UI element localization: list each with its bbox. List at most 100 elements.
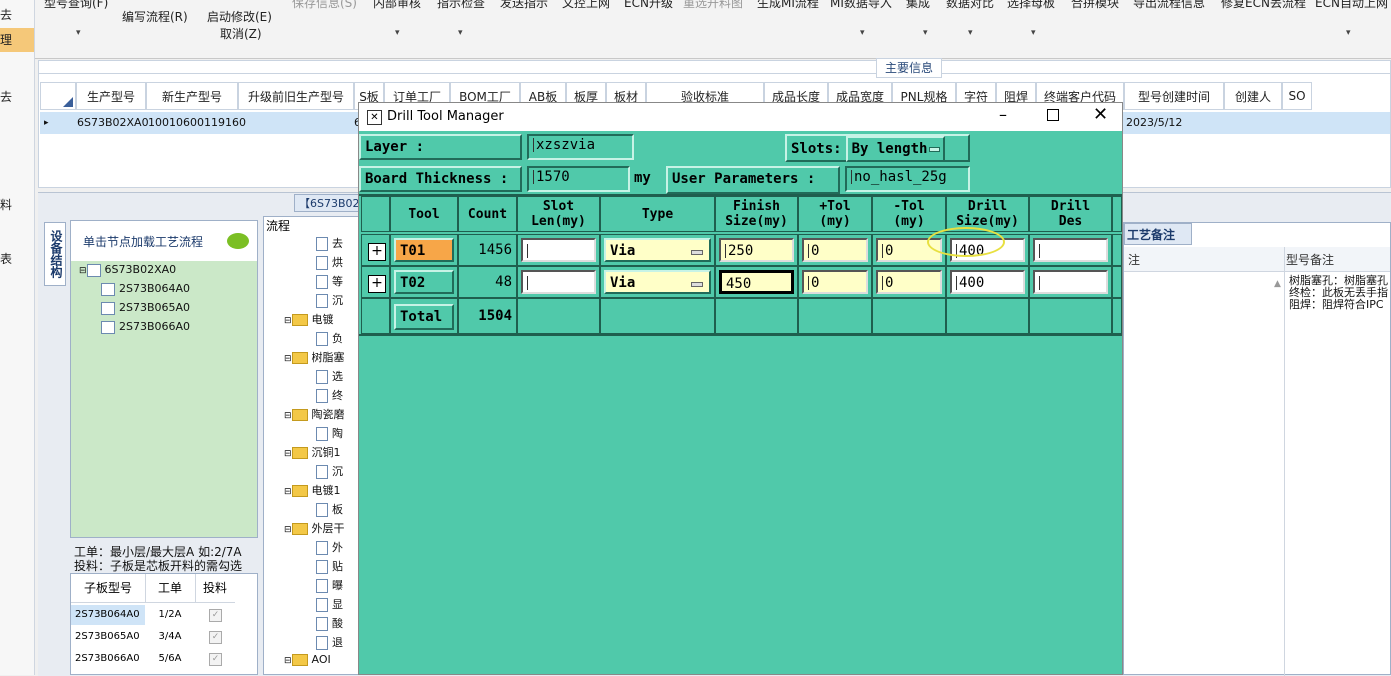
- flow-step-node[interactable]: 曝: [316, 577, 343, 593]
- collapse-icon[interactable]: ⊟: [284, 354, 292, 364]
- maximize-icon[interactable]: [1047, 109, 1059, 121]
- checkbox-feed[interactable]: ✓: [209, 653, 222, 666]
- toolbar-mi-import[interactable]: MI数据导入: [830, 0, 892, 11]
- chevron-down-icon[interactable]: ▾: [458, 28, 463, 38]
- flow-step-node[interactable]: 陶: [316, 425, 343, 441]
- minus-tol-input[interactable]: 0: [876, 270, 942, 294]
- vertical-tab-structure[interactable]: 设备结构: [44, 222, 66, 286]
- collapse-icon[interactable]: ⊟: [284, 487, 292, 497]
- slot-len-input[interactable]: [521, 238, 596, 262]
- flow-step-node[interactable]: 去: [316, 235, 343, 251]
- chevron-down-icon[interactable]: ▾: [923, 28, 928, 38]
- toolbar-repair-ecn[interactable]: 修复ECN丢流程: [1221, 0, 1306, 11]
- col-header-drill-des[interactable]: Drill Des: [1029, 196, 1112, 232]
- chevron-down-icon[interactable]: ▾: [968, 28, 973, 38]
- col-header[interactable]: 升级前旧生产型号: [238, 82, 354, 110]
- col-header-type[interactable]: Type: [600, 196, 715, 232]
- chevron-down-icon[interactable]: ▾: [860, 28, 865, 38]
- finish-cell[interactable]: 250: [715, 234, 798, 266]
- plus-tol-input[interactable]: 0: [802, 238, 868, 262]
- toolbar-cancel[interactable]: 取消(Z): [220, 25, 262, 42]
- flow-step-node[interactable]: 酸: [316, 615, 343, 631]
- toolbar-save-info[interactable]: 保存信息(S): [292, 0, 357, 11]
- flow-group-node[interactable]: ⊟ 电镀1: [284, 482, 341, 498]
- slots-selector[interactable]: Slots: By length: [785, 134, 970, 162]
- collapse-icon[interactable]: ⊟: [284, 656, 292, 666]
- chevron-down-icon[interactable]: ▾: [1346, 28, 1351, 38]
- type-cell[interactable]: Via: [600, 234, 715, 266]
- tool-button[interactable]: T01: [394, 238, 454, 262]
- flow-step-node[interactable]: 选: [316, 368, 343, 384]
- toolbar-generate-mi[interactable]: 生成MI流程: [757, 0, 819, 11]
- tool-button[interactable]: T02: [394, 270, 454, 294]
- type-cell[interactable]: Via: [600, 266, 715, 298]
- tab-model[interactable]: 【6S73B02: [294, 194, 360, 212]
- flow-group-node[interactable]: ⊟ AOI: [284, 653, 331, 666]
- checkbox-feed[interactable]: ✓: [209, 631, 222, 644]
- col-header-tool[interactable]: Tool: [390, 196, 458, 232]
- tree-child-node[interactable]: 2S73B066A0: [101, 320, 190, 334]
- flow-step-node[interactable]: 贴: [316, 558, 343, 574]
- plus-tol-input[interactable]: 0: [802, 270, 868, 294]
- drill-size-input[interactable]: 400: [950, 270, 1025, 294]
- flow-group-node[interactable]: ⊟ 电镀: [284, 311, 334, 327]
- left-nav-item[interactable]: 去: [0, 88, 34, 105]
- toolbar-select-mother[interactable]: 选择母板: [1007, 0, 1055, 11]
- type-dropdown[interactable]: Via: [604, 270, 711, 294]
- cell-created[interactable]: 2023/5/12: [1126, 112, 1182, 134]
- tab-process-remarks[interactable]: 工艺备注: [1124, 223, 1192, 245]
- sub-col-header[interactable]: 投料: [195, 574, 235, 603]
- sub-cell-order[interactable]: 3/4A: [145, 627, 195, 647]
- flow-step-node[interactable]: 板: [316, 501, 343, 517]
- tool-cell[interactable]: T02: [390, 266, 458, 298]
- flow-step-node[interactable]: 等: [316, 273, 343, 289]
- dialog-titlebar[interactable]: ✕ Drill Tool Manager – ✕: [359, 103, 1122, 131]
- flow-group-node[interactable]: ⊟ 陶瓷磨: [284, 406, 345, 422]
- flow-group-node[interactable]: ⊟ 沉铜1: [284, 444, 341, 460]
- chevron-down-icon[interactable]: ▾: [395, 28, 400, 38]
- flow-step-node[interactable]: 退: [316, 634, 343, 650]
- slot-len-cell[interactable]: [517, 234, 600, 266]
- cell-prod-model[interactable]: 6S73B02XA0: [77, 112, 149, 134]
- toolbar-reselect-cut[interactable]: 重选开料图: [683, 0, 743, 11]
- finish-cell[interactable]: 450: [715, 266, 798, 298]
- col-header[interactable]: 生产型号: [76, 82, 146, 110]
- sub-cell-order[interactable]: 1/2A: [145, 605, 195, 625]
- collapse-icon[interactable]: ⊟: [284, 525, 292, 535]
- collapse-icon[interactable]: ⊟: [284, 449, 292, 459]
- plus-tol-cell[interactable]: 0: [798, 266, 872, 298]
- drill-size-cell[interactable]: 400: [946, 266, 1029, 298]
- flow-step-node[interactable]: 沉: [316, 292, 343, 308]
- tool-cell[interactable]: T01: [390, 234, 458, 266]
- sub-cell-model[interactable]: 2S73B065A0: [71, 627, 145, 647]
- toolbar-doc-upload[interactable]: 文控上网: [562, 0, 610, 11]
- col-header[interactable]: 型号创建时间: [1124, 82, 1224, 110]
- minus-tol-cell[interactable]: 0: [872, 266, 946, 298]
- col-header-minus-tol[interactable]: -Tol (my): [872, 196, 946, 232]
- close-icon[interactable]: ✕: [1093, 104, 1108, 125]
- layer-field[interactable]: xzszvia: [527, 134, 634, 160]
- collapse-icon[interactable]: ⊟: [284, 316, 292, 326]
- col-header-count[interactable]: Count: [458, 196, 517, 232]
- toolbar-model-query[interactable]: 型号查询(F): [44, 0, 108, 11]
- toolbar-ecn-upgrade[interactable]: ECN升级: [624, 0, 673, 11]
- toolbar-start-modify[interactable]: 启动修改(E): [207, 8, 272, 25]
- col-header[interactable]: SO: [1282, 82, 1312, 110]
- scroll-up-icon[interactable]: ▲: [1274, 279, 1281, 289]
- toolbar-data-compare[interactable]: 数据对比: [946, 0, 994, 11]
- left-nav-item-active[interactable]: 理: [0, 28, 34, 52]
- left-nav-item[interactable]: 去: [0, 6, 34, 23]
- flow-step-node[interactable]: 外: [316, 539, 343, 555]
- sub-col-header[interactable]: 工单: [145, 574, 196, 603]
- sub-cell-model[interactable]: 2S73B066A0: [71, 649, 145, 669]
- chat-bubble-icon[interactable]: [227, 233, 249, 249]
- drill-des-cell[interactable]: [1029, 266, 1112, 298]
- flow-group-node[interactable]: ⊟ 外层干: [284, 520, 345, 536]
- chevron-down-icon[interactable]: ▾: [1031, 28, 1036, 38]
- tree-root-node[interactable]: ⊟ 6S73B02XA0: [79, 263, 176, 277]
- toolbar-integrate[interactable]: 集成: [906, 0, 930, 11]
- collapse-icon[interactable]: ⊟: [284, 411, 292, 421]
- drill-des-input[interactable]: [1033, 238, 1108, 262]
- toolbar-merge-module[interactable]: 合拼模块: [1071, 0, 1119, 11]
- sub-col-header[interactable]: 子板型号: [71, 574, 146, 603]
